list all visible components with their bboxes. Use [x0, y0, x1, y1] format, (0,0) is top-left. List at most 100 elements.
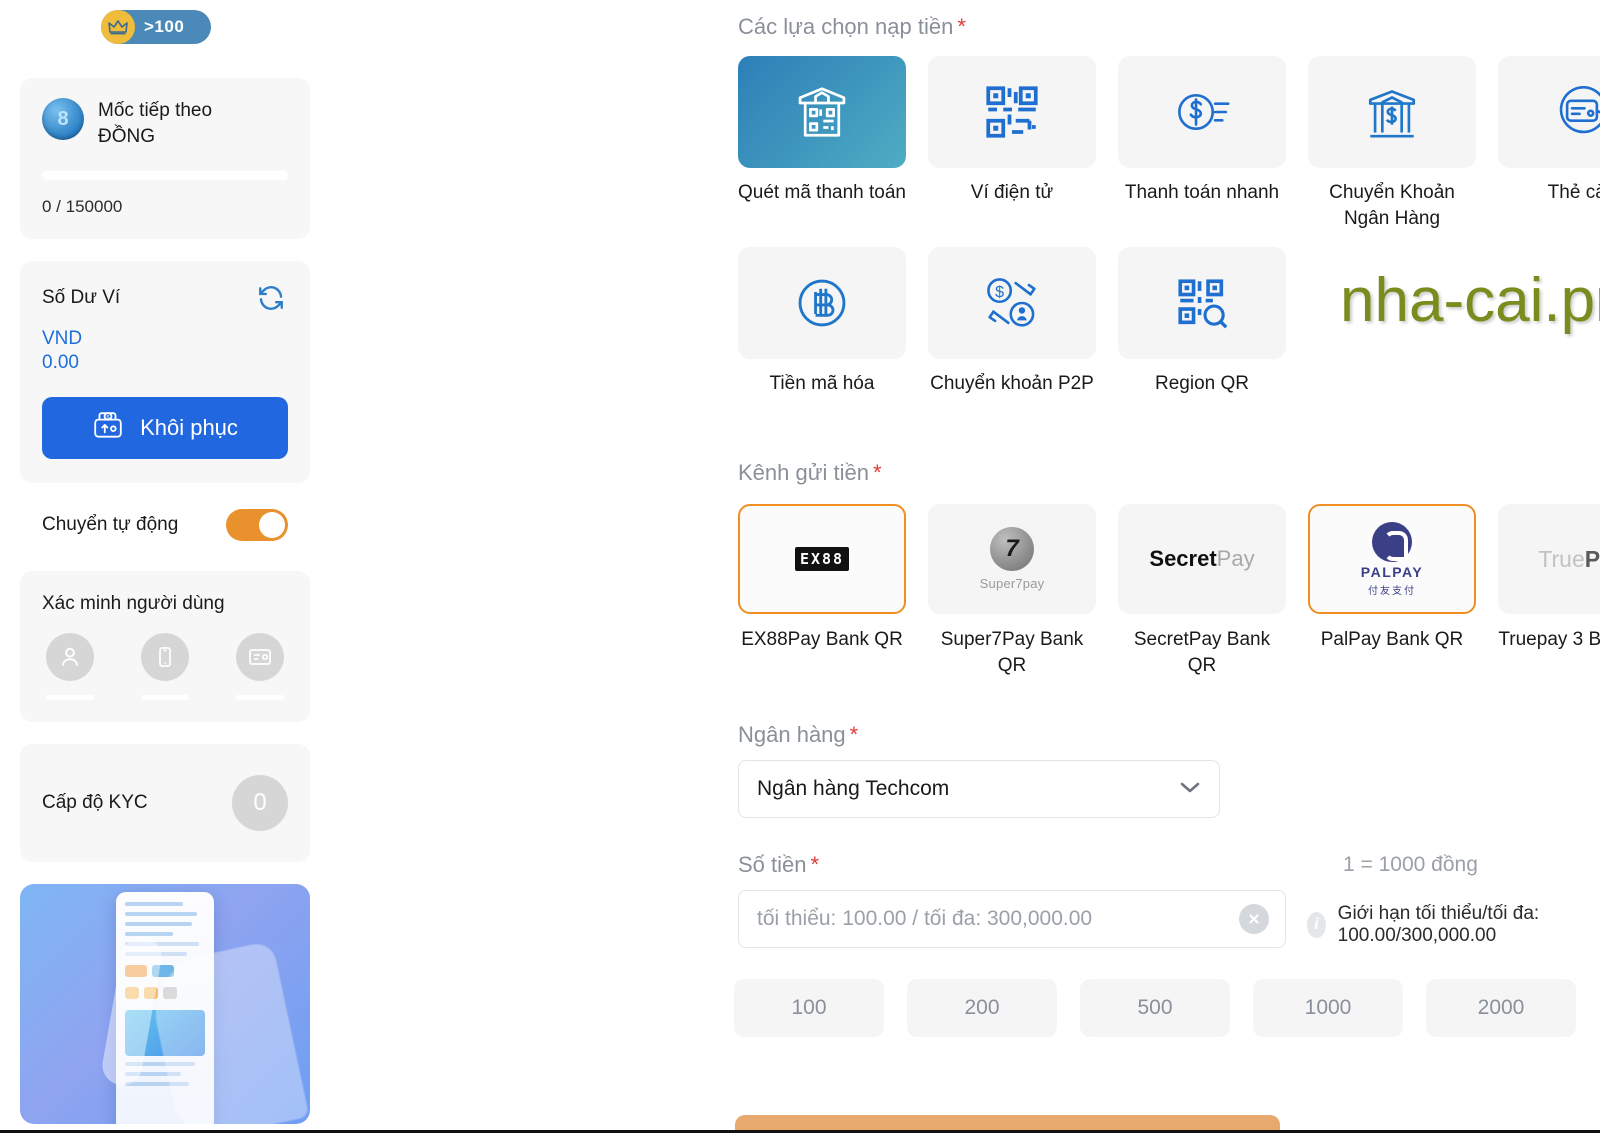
milestone-title-line1: Mốc tiếp theo — [98, 100, 213, 121]
clear-circle-icon[interactable] — [1239, 904, 1269, 934]
truepay-logo: TruePay — [1498, 504, 1600, 614]
tile-label: Quét mã thanh toán — [738, 182, 906, 203]
channel-super7pay[interactable]: 7 Super7pay Super7Pay Bank QR — [928, 504, 1096, 678]
bank-select-value: Ngân hàng Techcom — [757, 777, 950, 800]
channel-section: Kênh gửi tiền * EX88 EX88Pay Bank QR 7 Su… — [738, 460, 1600, 678]
milestone-card: 8 Mốc tiếp theo ĐỒNG 0 / 150000 — [20, 78, 310, 240]
kyc-level-card: Cấp độ KYC 0 — [20, 743, 310, 862]
verification-title: Xác minh người dùng — [42, 592, 225, 614]
channel-section-label: Kênh gửi tiền * — [738, 460, 1600, 486]
user-verification-card: Xác minh người dùng — [20, 570, 310, 722]
deposit-tiles-row-1: Quét mã thanh toán Ví điện tử Thanh toán… — [738, 56, 1600, 231]
verify-status-bar — [141, 694, 189, 700]
tile-label: Chuyển khoản P2P — [930, 373, 1094, 395]
quick-amount-100[interactable]: 100 — [734, 979, 884, 1037]
truepay-logo-light: True — [1538, 545, 1585, 572]
channel-palpay[interactable]: PALPAY 付友支付 PalPay Bank QR — [1308, 504, 1476, 678]
amount-input[interactable]: tối thiểu: 100.00 / tối đa: 300,000.00 — [738, 890, 1286, 948]
svg-text:$: $ — [995, 283, 1004, 301]
refresh-icon[interactable] — [254, 281, 288, 315]
tile-label: Thanh toán nhanh — [1124, 182, 1280, 203]
kyc-label: Cấp độ KYC — [42, 791, 148, 813]
secretpay-logo-bold: Secret — [1149, 546, 1217, 571]
vip-count-label: >100 — [144, 17, 185, 36]
bank-dollar-icon — [1308, 56, 1476, 168]
tile-quet-ma-thanh-toan[interactable]: Quét mã thanh toán — [738, 56, 906, 231]
truepay-logo-bold: Pay — [1584, 545, 1600, 572]
deposit-page: >100 8 Mốc tiếp theo ĐỒNG 0 / 150000 Số … — [0, 0, 1600, 1133]
quick-amount-200[interactable]: 200 — [907, 979, 1057, 1037]
tile-thanh-toan-nhanh[interactable]: Thanh toán nhanh — [1118, 56, 1286, 231]
required-mark: * — [810, 852, 820, 877]
milestone-progress-bar — [42, 171, 288, 181]
channel-secretpay[interactable]: SecretPay SecretPay Bank QR — [1118, 504, 1286, 678]
required-mark: * — [849, 722, 859, 747]
palpay-logo-text: PALPAY — [1360, 563, 1424, 580]
toggle-knob — [259, 511, 285, 538]
auto-transfer-label: Chuyển tự động — [42, 513, 179, 535]
bank-select[interactable]: Ngân hàng Techcom — [738, 760, 1220, 818]
quick-amount-1000[interactable]: 1000 — [1253, 979, 1403, 1037]
id-card-icon — [236, 632, 284, 681]
main-content: Các lựa chọn nạp tiền * Quét mã thanh to… — [330, 0, 1600, 1133]
channel-ex88pay[interactable]: EX88 EX88Pay Bank QR — [738, 504, 906, 678]
tile-tien-ma-hoa[interactable]: Tiền mã hóa — [738, 247, 906, 397]
tile-chuyen-khoan-p2p[interactable]: $ Chuyển khoản P2P — [928, 247, 1096, 397]
sidebar: >100 8 Mốc tiếp theo ĐỒNG 0 / 150000 Số … — [0, 0, 330, 1133]
tile-chuyen-khoan-ngan-hang[interactable]: Chuyển Khoản Ngân Hàng — [1308, 56, 1476, 231]
amount-field-label-text: Số tiền — [738, 852, 807, 877]
wallet-upload-icon: $ — [92, 411, 124, 444]
milestone-progress-text: 0 / 150000 — [42, 197, 123, 217]
amount-input-placeholder: tối thiểu: 100.00 / tối đa: 300,000.00 — [757, 907, 1093, 930]
info-icon: i — [1307, 912, 1326, 938]
required-mark: * — [872, 460, 882, 485]
verify-id-item[interactable] — [236, 632, 284, 700]
wallet-header: Số Dư Ví — [42, 281, 288, 315]
svg-text:$: $ — [107, 415, 110, 421]
channel-truepay[interactable]: TruePay Truepay 3 Bank QR — [1498, 504, 1600, 678]
tile-label: Ví điện tử — [970, 182, 1054, 203]
channel-label: PalPay Bank QR — [1320, 629, 1464, 650]
wallet-currency: VND — [42, 328, 83, 350]
person-icon — [46, 632, 94, 681]
verify-identity-item[interactable] — [46, 632, 94, 700]
auto-transfer-toggle[interactable] — [226, 508, 288, 541]
palpay-logo-mark — [1372, 521, 1412, 562]
channel-section-label-text: Kênh gửi tiền — [738, 460, 869, 485]
fast-dollar-icon — [1118, 56, 1286, 168]
restore-button[interactable]: $ Khôi phục — [42, 396, 288, 459]
quick-amount-2000[interactable]: 2000 — [1426, 979, 1576, 1037]
tile-label: Tiền mã hóa — [769, 373, 875, 395]
tile-label: Region QR — [1155, 373, 1249, 395]
bitcoin-icon — [738, 247, 906, 360]
tile-region-qr[interactable]: Region QR — [1118, 247, 1286, 397]
promo-banner[interactable] — [20, 883, 310, 1124]
tile-the-cao[interactable]: Thẻ cào — [1498, 56, 1600, 231]
required-mark: * — [957, 14, 966, 39]
tile-vi-dien-tu[interactable]: Ví điện tử — [928, 56, 1096, 231]
p2p-transfer-icon: $ — [928, 247, 1096, 360]
quick-amount-500[interactable]: 500 — [1080, 979, 1230, 1037]
restore-button-label: Khôi phục — [140, 414, 238, 440]
card-refresh-icon — [1498, 56, 1600, 168]
super7pay-logo-mark: 7 — [990, 527, 1034, 571]
limit-note: i Giới hạn tối thiểu/tối đa: 100.00/300,… — [1307, 903, 1600, 947]
bank-field-label: Ngân hàng * — [738, 722, 1220, 748]
phone-icon — [141, 632, 189, 681]
wallet-title: Số Dư Ví — [42, 287, 121, 309]
verify-phone-item[interactable] — [141, 632, 189, 700]
verify-status-bar — [46, 694, 94, 700]
ex88pay-logo: EX88 — [738, 504, 906, 614]
auto-transfer-row: Chuyển tự động — [20, 508, 310, 541]
wallet-amount: 0.00 — [42, 352, 79, 374]
deposit-options-label-text: Các lựa chọn nạp tiền — [738, 14, 954, 39]
tile-label: Thẻ cào — [1547, 182, 1600, 203]
palpay-logo-subtext: 付友支付 — [1368, 585, 1416, 597]
palpay-logo: PALPAY 付友支付 — [1308, 504, 1476, 614]
bank-field: Ngân hàng * Ngân hàng Techcom — [738, 722, 1220, 818]
super7pay-logo-text: Super7pay — [979, 576, 1045, 591]
vip-badge[interactable]: >100 — [101, 10, 211, 44]
super7pay-logo: 7 Super7pay — [928, 504, 1096, 614]
milestone-title: Mốc tiếp theo ĐỒNG — [98, 98, 212, 149]
chevron-down-icon — [1179, 780, 1201, 799]
